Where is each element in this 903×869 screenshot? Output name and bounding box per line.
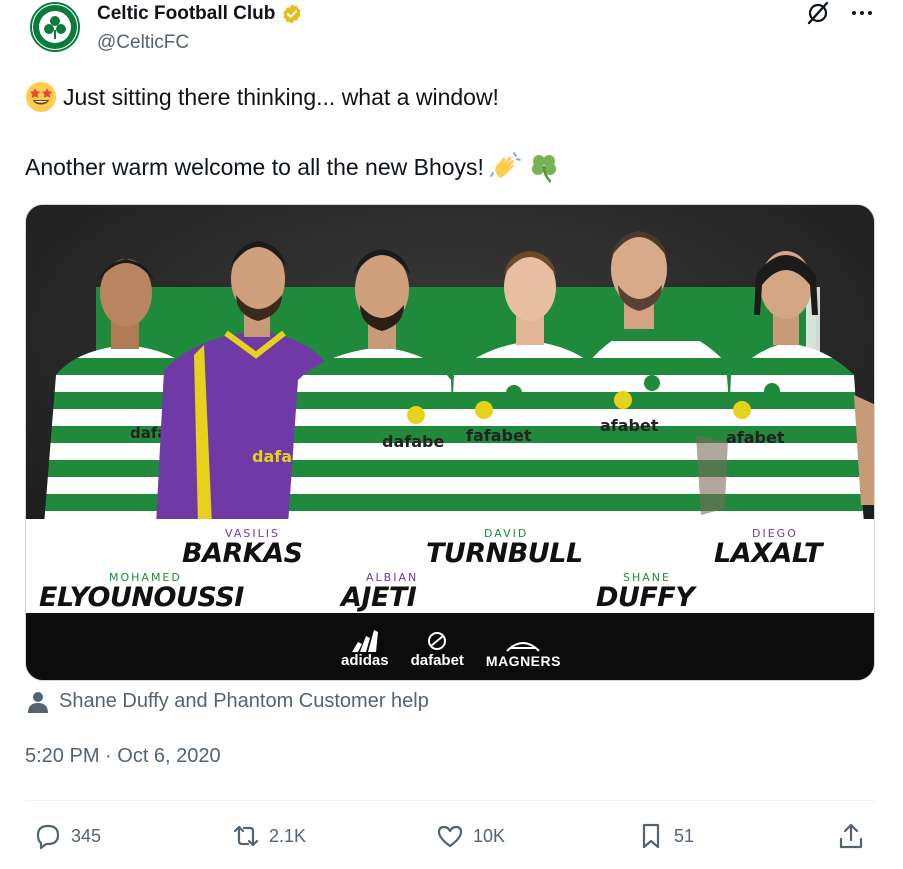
reply-button[interactable]: 345 <box>33 818 101 854</box>
players-illustration: dafa dafa dafabe fafabet afabet afabet <box>44 231 874 525</box>
avatar[interactable] <box>30 2 80 52</box>
sponsor-magners: MAGNERS <box>486 635 561 669</box>
share-button[interactable] <box>836 818 866 854</box>
svg-text:afabet: afabet <box>600 416 659 435</box>
tweet-image[interactable]: dafa dafa dafabe fafabet afabet afabet V… <box>25 204 875 681</box>
share-icon <box>839 823 863 849</box>
player-laxalt: afabet <box>724 251 874 525</box>
header-actions <box>805 0 875 26</box>
adidas-logo-icon <box>351 630 378 652</box>
svg-text:fafabet: fafabet <box>466 426 532 445</box>
svg-text:afabet: afabet <box>726 428 785 447</box>
sponsor-name: adidas <box>341 652 389 669</box>
display-name[interactable]: Celtic Football Club <box>97 3 275 25</box>
player-last-name: BARKAS <box>182 538 303 569</box>
sponsor-logos: adidas dafabet MAGNERS <box>26 625 874 669</box>
star-struck-emoji-icon <box>26 82 56 112</box>
magners-logo-icon <box>506 642 541 652</box>
player-last-name: TURNBULL <box>426 538 583 569</box>
reply-icon <box>36 824 60 850</box>
bookmark-icon <box>642 823 660 849</box>
tweet-text: Just sitting there thinking... what a wi… <box>25 82 875 183</box>
player-ajeti: dafabe <box>288 249 456 525</box>
timestamp[interactable]: 5:20 PM · Oct 6, 2020 <box>25 745 221 768</box>
verified-badge-icon <box>283 4 302 24</box>
svg-text:dafa: dafa <box>252 447 292 466</box>
author-name-row[interactable]: Celtic Football Club <box>97 2 303 26</box>
sponsor-name: dafabet <box>410 652 464 669</box>
divider <box>25 800 875 801</box>
bookmark-button[interactable]: 51 <box>636 818 694 854</box>
tweet-line-1: Just sitting there thinking... what a wi… <box>25 82 875 112</box>
heart-icon <box>437 825 463 848</box>
player-turnbull: fafabet <box>446 251 601 525</box>
reply-count: 345 <box>71 825 102 846</box>
player-last-name: DUFFY <box>596 582 695 613</box>
sponsor-name: MAGNERS <box>485 653 561 669</box>
waving-hands-emoji-icon <box>490 152 521 178</box>
tweet-line-2-text: Another warm welcome to all the new Bhoy… <box>25 154 484 180</box>
person-icon <box>28 691 48 713</box>
player-last-name: ELYOUNOUSSI <box>39 582 244 613</box>
bookmark-count: 51 <box>674 825 695 846</box>
repost-icon <box>233 825 259 847</box>
grok-icon[interactable] <box>805 0 831 26</box>
like-button[interactable]: 10K <box>435 818 505 854</box>
celtic-crest-icon <box>33 5 77 49</box>
more-icon[interactable] <box>849 0 875 26</box>
sponsor-adidas: adidas <box>341 630 389 669</box>
repost-count: 2.1K <box>269 825 307 846</box>
tweet-card: Celtic Football Club @CelticFC Just sitt… <box>0 0 903 869</box>
sponsor-dafabet: dafabet <box>411 630 464 669</box>
tweet-line-1-text: Just sitting there thinking... what a wi… <box>63 84 499 110</box>
shamrock-emoji-icon <box>531 155 556 183</box>
svg-text:dafabe: dafabe <box>382 432 444 451</box>
like-count: 10K <box>473 825 506 846</box>
action-bar: 345 2.1K 10K 51 <box>0 818 903 858</box>
player-duffy: afabet <box>581 231 738 525</box>
player-last-name: LAXALT <box>714 538 822 569</box>
repost-button[interactable]: 2.1K <box>231 818 306 854</box>
handle[interactable]: @CelticFC <box>97 32 189 54</box>
tweet-line-2: Another warm welcome to all the new Bhoy… <box>25 152 875 183</box>
tagged-users[interactable]: Shane Duffy and Phantom Customer help <box>27 690 429 713</box>
dafabet-logo-icon <box>428 632 447 650</box>
tagged-users-text[interactable]: Shane Duffy and Phantom Customer help <box>59 690 429 713</box>
player-last-name: AJETI <box>341 582 417 613</box>
